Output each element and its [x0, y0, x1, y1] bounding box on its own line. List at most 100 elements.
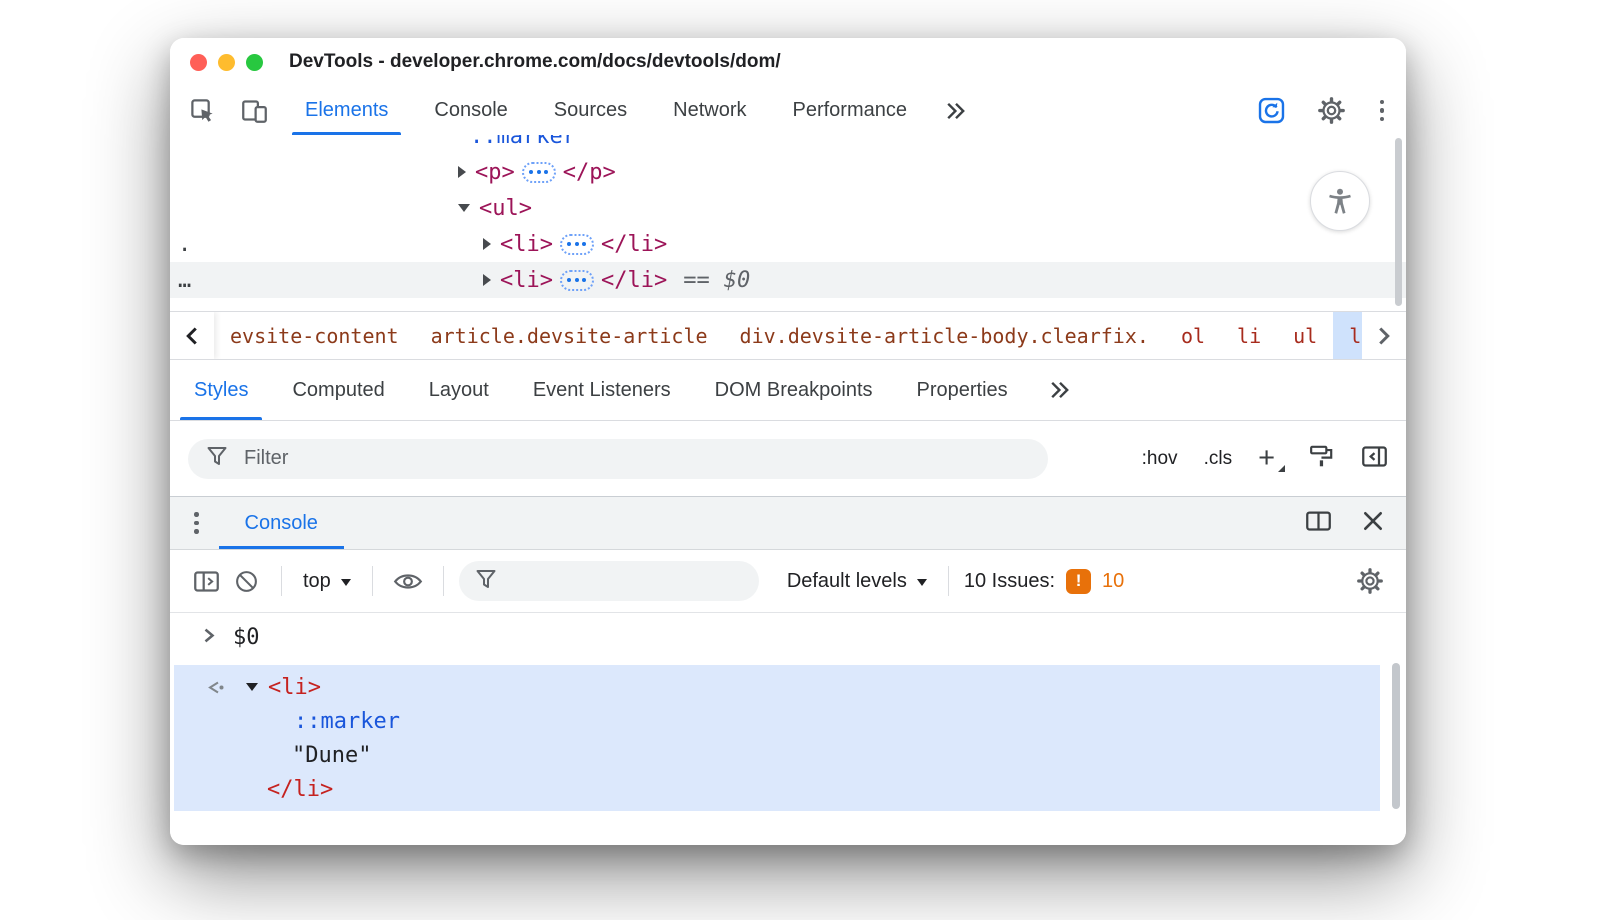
eye-icon[interactable]: [388, 561, 428, 601]
device-toolbar-icon[interactable]: [234, 91, 274, 131]
minimize-window-button[interactable]: [218, 54, 235, 71]
tree-row-ul[interactable]: <ul>: [170, 190, 1406, 226]
console-drawer-header: Console: [170, 497, 1406, 550]
result-text-node: "Dune": [292, 743, 371, 768]
ellipsis-icon[interactable]: [560, 270, 594, 291]
clear-console-icon[interactable]: [226, 561, 266, 601]
expand-arrow-icon[interactable]: [458, 166, 466, 178]
zoom-window-button[interactable]: [246, 54, 263, 71]
pseudo-marker: ::marker: [470, 135, 576, 149]
toolbar-left-icons: [180, 86, 280, 135]
dollar-zero-ref: $0: [724, 268, 751, 293]
result-line-open[interactable]: <li>: [174, 670, 1380, 704]
breadcrumb-left-icon[interactable]: [170, 312, 214, 359]
console-scrollbar[interactable]: [1392, 663, 1400, 809]
menu-kebab-icon[interactable]: [1372, 92, 1393, 130]
breadcrumb-item-selected[interactable]: li: [1333, 312, 1362, 359]
tab-styles[interactable]: Styles: [172, 360, 270, 420]
result-icon: [204, 679, 226, 696]
tab-event-listeners[interactable]: Event Listeners: [511, 360, 693, 420]
accessibility-icon[interactable]: [1310, 171, 1370, 231]
result-open-tag: <li>: [268, 675, 321, 700]
expand-arrow-icon[interactable]: [483, 238, 491, 250]
sync-icon[interactable]: [1252, 91, 1292, 131]
tab-layout[interactable]: Layout: [407, 360, 511, 420]
chevron-down-icon: [917, 579, 927, 586]
tree-row-p[interactable]: <p> </p>: [170, 154, 1406, 190]
ellipsis-icon[interactable]: [560, 234, 594, 255]
console-filter-input[interactable]: [509, 569, 778, 594]
styles-filter-input[interactable]: [242, 446, 1030, 471]
issues-counter[interactable]: 10 Issues: ! 10: [964, 569, 1124, 594]
tab-sources[interactable]: Sources: [531, 86, 650, 135]
breadcrumb-item[interactable]: div.devsite-article-body.clearfix.: [724, 312, 1165, 359]
drawer-header-actions: [1305, 497, 1384, 549]
issues-label: 10 Issues:: [964, 570, 1055, 593]
console-result-highlighted[interactable]: <li> ::marker "Dune" </li>: [174, 665, 1380, 811]
elements-dom-tree: ::marker <p> </p> <ul> . <li> </li> … <l…: [170, 135, 1406, 311]
log-levels-dropdown[interactable]: Default levels: [781, 570, 933, 593]
divider: [948, 566, 949, 596]
result-close-tag: </li>: [267, 777, 333, 802]
filter-funnel-icon: [206, 445, 228, 472]
window-controls: [190, 54, 263, 71]
close-icon[interactable]: [1362, 510, 1384, 537]
tab-performance[interactable]: Performance: [770, 86, 931, 135]
console-sidebar-icon[interactable]: [186, 561, 226, 601]
tree-scrollbar[interactable]: [1395, 138, 1402, 306]
drawer-menu-kebab-icon[interactable]: [186, 504, 207, 542]
tab-elements[interactable]: Elements: [282, 86, 411, 135]
console-filter-field[interactable]: [459, 561, 759, 601]
more-tabs-icon[interactable]: [930, 86, 982, 135]
inspect-icon[interactable]: [182, 91, 222, 131]
tree-row-li-1[interactable]: . <li> </li>: [170, 226, 1406, 262]
console-command-text: $0: [233, 625, 260, 650]
clipped-text: …: [178, 268, 191, 293]
collapse-arrow-icon[interactable]: [458, 204, 470, 212]
filter-funnel-icon: [475, 568, 497, 595]
tab-computed[interactable]: Computed: [270, 360, 406, 420]
styles-filter-field[interactable]: [188, 439, 1048, 479]
more-tabs-icon[interactable]: [1030, 360, 1090, 420]
tab-console[interactable]: Console: [411, 86, 530, 135]
console-command-row[interactable]: $0: [170, 613, 1406, 661]
dock-sidebar-icon[interactable]: [1361, 445, 1388, 473]
breadcrumb-right-icon[interactable]: [1362, 312, 1406, 359]
tree-row-marker-clipped[interactable]: ::marker: [170, 135, 1406, 154]
tab-console-drawer[interactable]: Console: [219, 497, 344, 549]
tree-row-li-selected[interactable]: … <li> </li> == $0: [170, 262, 1406, 298]
close-window-button[interactable]: [190, 54, 207, 71]
tab-properties[interactable]: Properties: [895, 360, 1030, 420]
toggle-hover-state-button[interactable]: :hov: [1142, 448, 1178, 470]
settings-gear-icon[interactable]: [1312, 91, 1352, 131]
styles-filter-bar: :hov .cls +: [170, 421, 1406, 497]
styles-sidebar-tabs: Styles Computed Layout Event Listeners D…: [170, 360, 1406, 421]
result-line-pseudo[interactable]: ::marker: [174, 704, 1380, 738]
result-line-text[interactable]: "Dune": [174, 738, 1380, 772]
devtools-window: DevTools - developer.chrome.com/docs/dev…: [170, 38, 1406, 845]
brush-icon[interactable]: [1309, 444, 1335, 473]
toolbar-right-icons: [1252, 86, 1393, 135]
console-settings-gear-icon[interactable]: [1350, 561, 1390, 601]
breadcrumb-item[interactable]: ol: [1165, 312, 1221, 359]
breadcrumb-item[interactable]: li: [1221, 312, 1277, 359]
issues-count: 10: [1102, 570, 1124, 593]
tab-dom-breakpoints[interactable]: DOM Breakpoints: [693, 360, 895, 420]
breadcrumb-items: evsite-content article.devsite-article d…: [214, 312, 1362, 359]
breadcrumb: evsite-content article.devsite-article d…: [170, 311, 1406, 360]
context-selector-dropdown[interactable]: top: [297, 570, 357, 593]
divider: [372, 566, 373, 596]
console-toolbar: top Default levels 10 Issues: !: [170, 550, 1406, 613]
result-line-close[interactable]: </li>: [174, 772, 1380, 806]
tab-network[interactable]: Network: [650, 86, 769, 135]
collapse-arrow-icon[interactable]: [246, 683, 258, 691]
toggle-class-button[interactable]: .cls: [1204, 448, 1233, 470]
panel-tabs: Elements Console Sources Network Perform…: [282, 86, 982, 135]
split-panel-icon[interactable]: [1305, 510, 1332, 537]
breadcrumb-item[interactable]: evsite-content: [214, 312, 415, 359]
ellipsis-icon[interactable]: [522, 162, 556, 183]
breadcrumb-item[interactable]: ul: [1277, 312, 1333, 359]
expand-arrow-icon[interactable]: [483, 274, 491, 286]
breadcrumb-item[interactable]: article.devsite-article: [415, 312, 724, 359]
new-style-rule-button[interactable]: +: [1258, 444, 1283, 473]
